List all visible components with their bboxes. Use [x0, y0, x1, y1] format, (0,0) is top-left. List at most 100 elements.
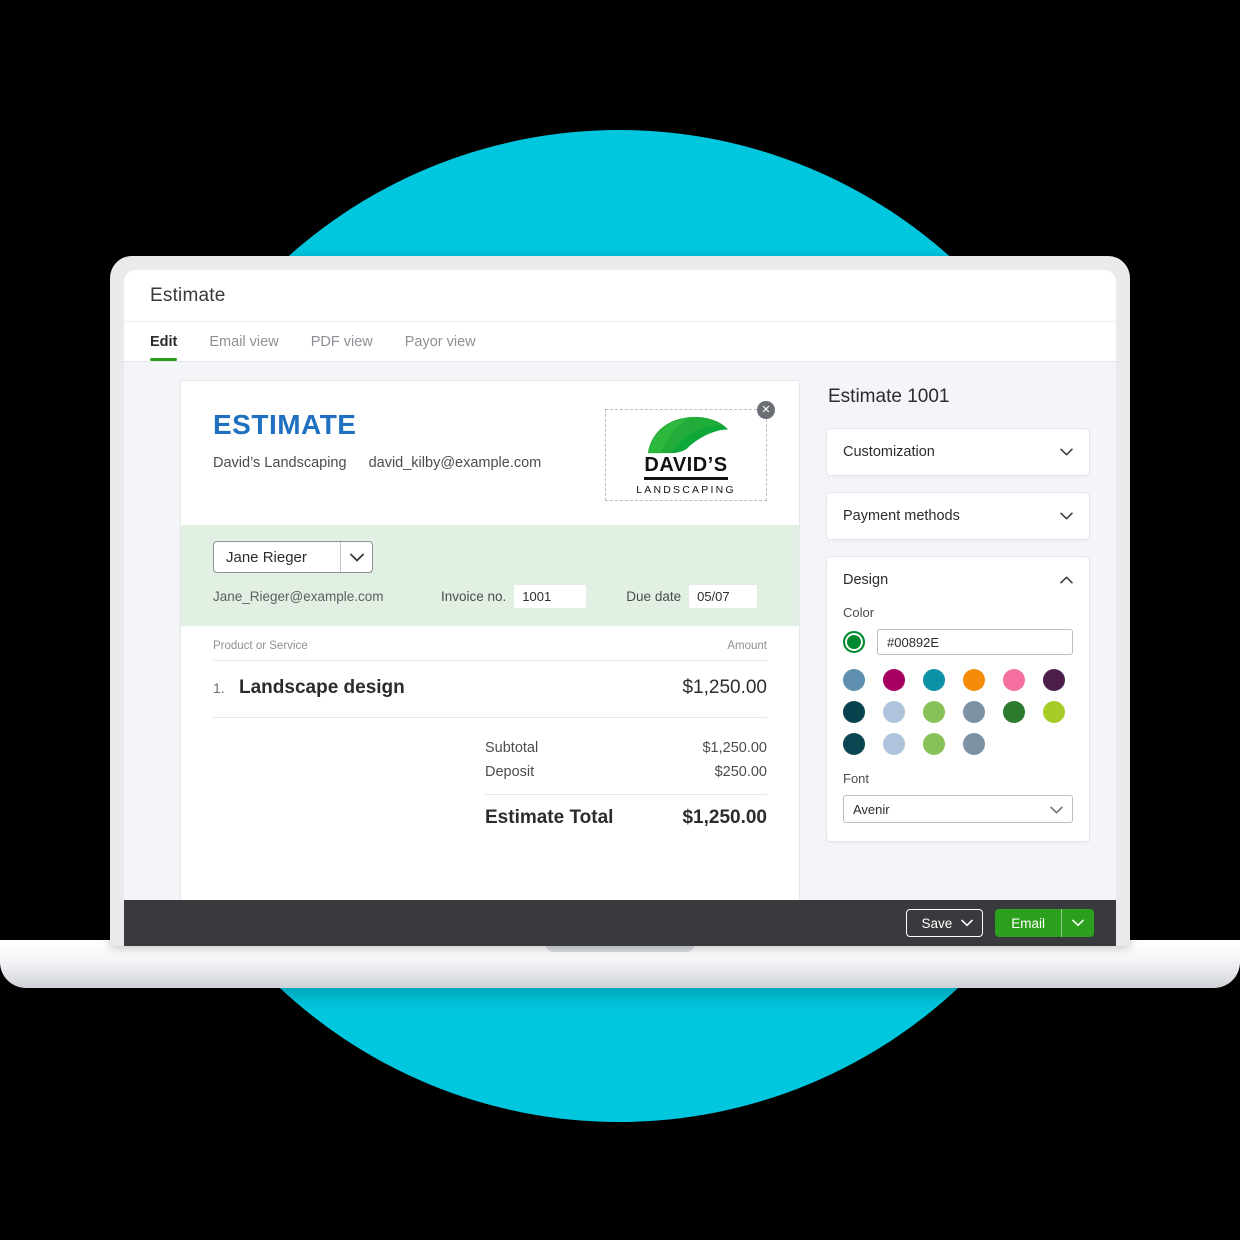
document-header-text: ESTIMATE David’s Landscaping david_kilby… [213, 409, 559, 471]
estimate-document: ESTIMATE David’s Landscaping david_kilby… [180, 380, 800, 946]
subtotal-row: Subtotal $1,250.00 [485, 736, 767, 760]
subtotal-label: Subtotal [485, 740, 539, 756]
tab-email-view[interactable]: Email view [209, 322, 278, 361]
estimate-total-label: Estimate Total [485, 807, 614, 828]
email-button-label: Email [1011, 915, 1045, 931]
totals-inner: Subtotal $1,250.00 Deposit $250.00 Estim… [485, 736, 767, 829]
save-button[interactable]: Save [906, 909, 984, 937]
sidebar-section-payment-methods-label: Payment methods [843, 508, 960, 524]
totals-section: Subtotal $1,250.00 Deposit $250.00 Estim… [213, 718, 767, 829]
chevron-up-icon [1060, 572, 1073, 588]
line-item-amount: $1,250.00 [682, 677, 767, 698]
customer-section: Jane Rieger Jane_Rieger@example.com Invo… [181, 525, 799, 626]
business-email: david_kilby@example.com [368, 455, 542, 471]
sidebar: Estimate 1001 Customization Payment meth… [804, 380, 1116, 946]
color-label: Color [843, 605, 875, 620]
chevron-down-icon [1060, 508, 1073, 524]
laptop-screen: Estimate Edit Email view PDF view Payor … [124, 270, 1116, 946]
business-info: David’s Landscaping david_kilby@example.… [213, 455, 559, 471]
logo-business-subtitle: LANDSCAPING [636, 483, 736, 496]
tab-pdf-view[interactable]: PDF view [311, 322, 373, 361]
sidebar-title: Estimate 1001 [828, 386, 950, 407]
color-swatch-1[interactable] [883, 669, 905, 691]
design-panel-body: Color Font Avenir [827, 605, 1089, 841]
workspace: ESTIMATE David’s Landscaping david_kilby… [124, 362, 1116, 946]
sidebar-section-design-header[interactable]: Design [827, 557, 1089, 603]
document-column: ESTIMATE David’s Landscaping david_kilby… [124, 380, 804, 946]
email-button[interactable]: Email [995, 909, 1094, 937]
customer-meta-row: Jane_Rieger@example.com Invoice no. 1001… [213, 585, 767, 608]
sidebar-section-customization: Customization [826, 428, 1090, 476]
invoice-no-label: Invoice no. [441, 589, 507, 604]
remove-logo-icon[interactable]: ✕ [757, 401, 775, 419]
subtotal-value: $1,250.00 [702, 740, 767, 756]
color-swatch-7[interactable] [883, 701, 905, 723]
tab-payor-view-label: Payor view [404, 333, 476, 350]
save-button-label: Save [921, 915, 953, 931]
estimate-total-value: $1,250.00 [682, 807, 767, 828]
current-color-swatch[interactable] [843, 631, 865, 653]
column-header-amount: Amount [727, 640, 767, 652]
color-swatch-15[interactable] [963, 733, 985, 755]
color-swatch-10[interactable] [1003, 701, 1025, 723]
chevron-down-icon [340, 542, 372, 572]
font-select-value: Avenir [853, 801, 890, 817]
deposit-row: Deposit $250.00 [485, 760, 767, 784]
customer-select[interactable]: Jane Rieger [213, 541, 373, 573]
sidebar-section-payment-methods-header[interactable]: Payment methods [827, 493, 1089, 539]
line-items-table: Product or Service Amount 1. Landscape d… [181, 626, 799, 829]
deposit-label: Deposit [485, 764, 535, 780]
tab-pdf-view-label: PDF view [310, 333, 373, 350]
due-date-input[interactable]: 05/07 [689, 585, 758, 608]
table-row[interactable]: 1. Landscape design $1,250.00 [213, 661, 767, 718]
column-header-product: Product or Service [213, 640, 308, 652]
document-header: ESTIMATE David’s Landscaping david_kilby… [181, 381, 799, 525]
customer-email: Jane_Rieger@example.com [213, 589, 384, 604]
color-swatch-12[interactable] [843, 733, 865, 755]
line-item-name: Landscape design [239, 677, 405, 698]
estimate-total-row: Estimate Total $1,250.00 [485, 807, 767, 829]
due-date-label: Due date [626, 589, 682, 604]
chevron-down-icon [1060, 444, 1073, 460]
color-swatch-5[interactable] [1043, 669, 1065, 691]
deposit-value: $250.00 [714, 764, 767, 780]
color-picker-row [843, 629, 1073, 655]
color-hex-input[interactable] [877, 629, 1073, 655]
color-swatch-14[interactable] [923, 733, 945, 755]
app-titlebar: Estimate [124, 270, 1116, 322]
sidebar-section-payment-methods: Payment methods [826, 492, 1090, 540]
totals-divider [485, 794, 767, 795]
color-swatch-0[interactable] [843, 669, 865, 691]
tab-edit[interactable]: Edit [150, 322, 178, 361]
chevron-down-icon[interactable] [961, 919, 982, 927]
color-swatch-6[interactable] [843, 701, 865, 723]
color-swatch-2[interactable] [923, 669, 945, 691]
font-select[interactable]: Avenir [843, 795, 1073, 823]
sidebar-section-customization-label: Customization [843, 444, 935, 460]
chevron-down-icon [1050, 802, 1063, 817]
tab-payor-view[interactable]: Payor view [405, 322, 476, 361]
tab-edit-label: Edit [150, 333, 178, 350]
document-type-label: ESTIMATE [213, 409, 357, 440]
logo-upload-box[interactable]: ✕ DAVID’S LANDSCAPING [605, 401, 775, 501]
line-items-header: Product or Service Amount [213, 626, 767, 661]
color-swatch-8[interactable] [923, 701, 945, 723]
line-item-index: 1. [213, 680, 225, 696]
chevron-down-icon[interactable] [1061, 909, 1094, 937]
color-swatch-3[interactable] [963, 669, 985, 691]
sidebar-section-design-label: Design [843, 572, 889, 588]
page-title: Estimate [150, 284, 226, 306]
font-label: Font [843, 771, 870, 786]
invoice-no-input[interactable]: 1001 [514, 585, 587, 608]
page-root: Estimate Edit Email view PDF view Payor … [0, 0, 1240, 1240]
color-swatch-grid [843, 669, 1073, 755]
color-swatch-4[interactable] [1003, 669, 1025, 691]
sidebar-section-customization-header[interactable]: Customization [827, 429, 1089, 475]
color-swatch-13[interactable] [883, 733, 905, 755]
color-swatch-11[interactable] [1043, 701, 1065, 723]
customer-name: Jane Rieger [226, 548, 307, 566]
sidebar-section-design: Design Color Font [826, 556, 1090, 842]
tab-email-view-label: Email view [209, 333, 279, 350]
color-swatch-9[interactable] [963, 701, 985, 723]
tabbar: Edit Email view PDF view Payor view [124, 322, 1116, 362]
